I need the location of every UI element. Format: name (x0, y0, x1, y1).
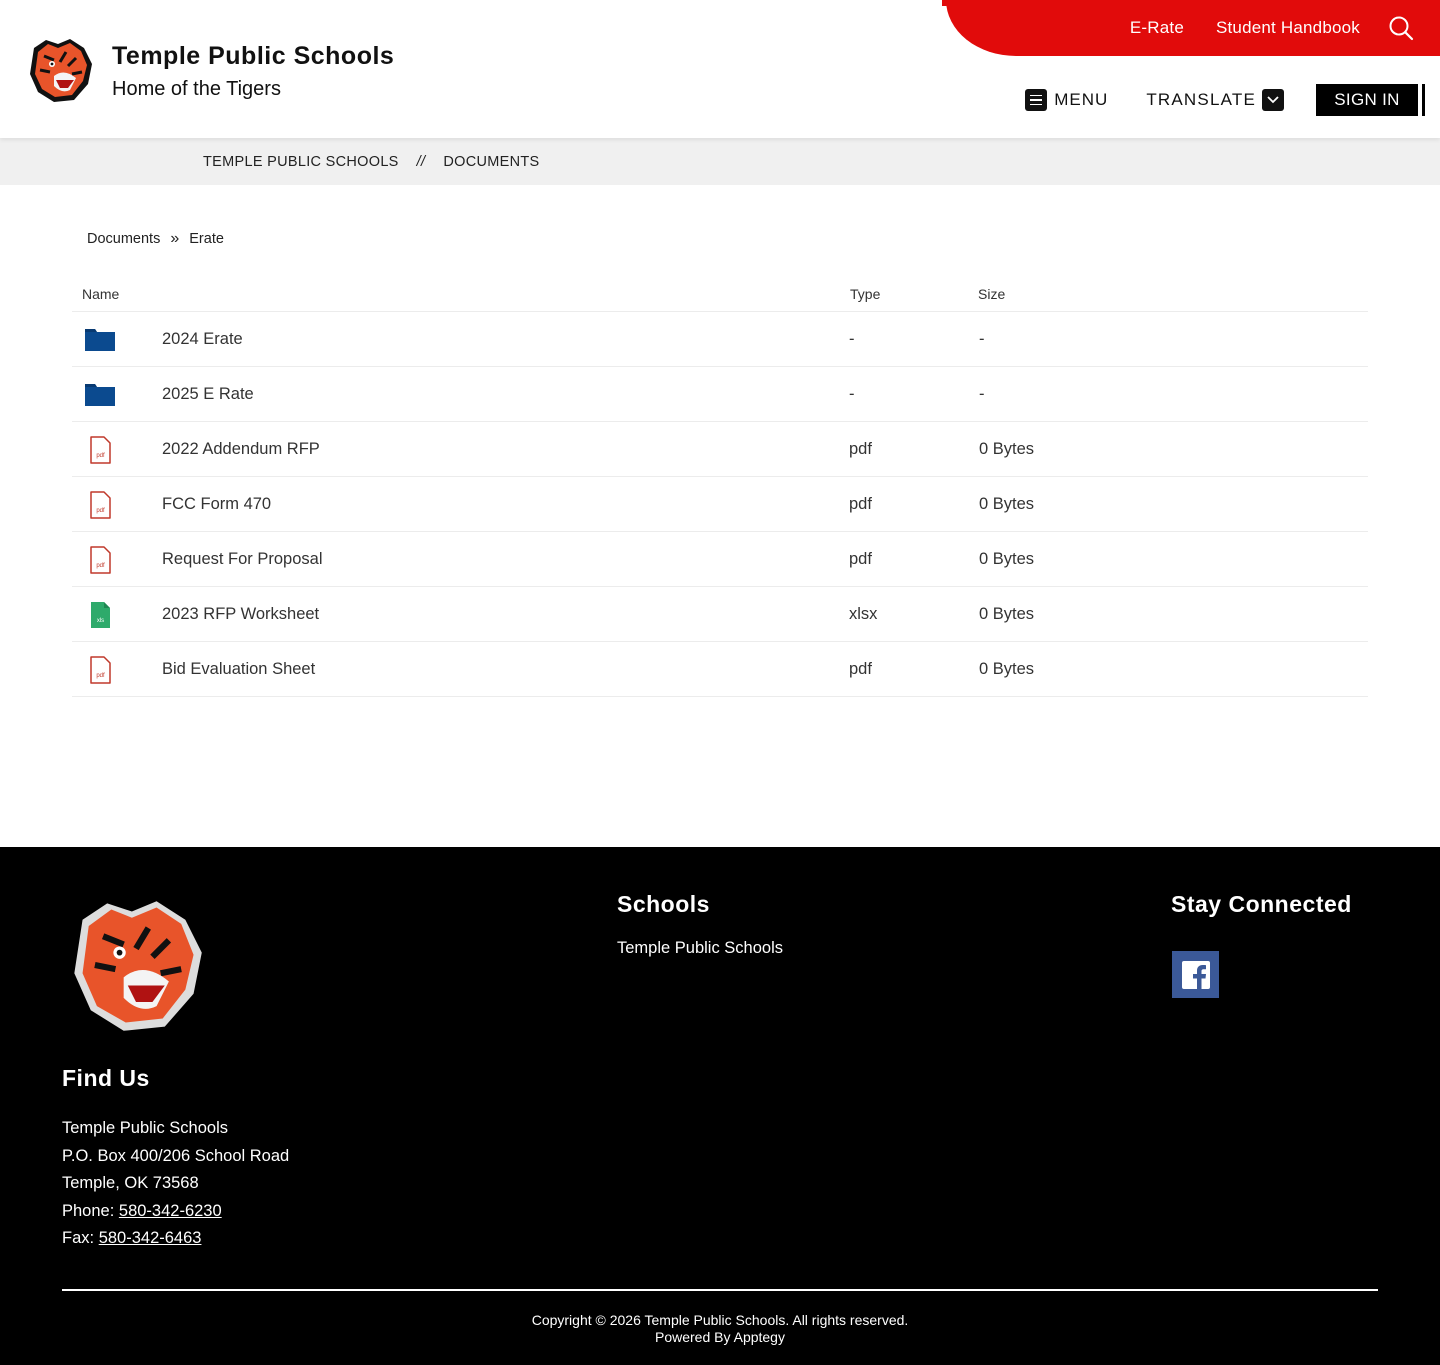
menu-button[interactable]: MENU (1025, 89, 1108, 111)
doc-path-current: Erate (189, 231, 224, 247)
breadcrumb-separator: // (416, 153, 426, 170)
double-chevron-right-icon: » (170, 230, 180, 247)
phone-link[interactable]: 580-342-6230 (119, 1202, 222, 1220)
doc-path-root[interactable]: Documents (87, 231, 160, 247)
powered-by[interactable]: Powered By Apptegy (0, 1329, 1440, 1346)
table-row[interactable]: pdf FCC Form 470 pdf 0 Bytes (72, 477, 1368, 532)
file-size: - (979, 385, 985, 403)
facebook-icon[interactable] (1172, 951, 1219, 998)
translate-button[interactable]: TRANSLATE (1146, 89, 1284, 111)
table-row[interactable]: xls 2023 RFP Worksheet xlsx 0 Bytes (72, 587, 1368, 642)
file-type: xlsx (849, 605, 878, 623)
file-type: pdf (849, 495, 872, 513)
tiger-logo[interactable] (24, 34, 96, 106)
sign-in-button[interactable]: SIGN IN (1316, 84, 1422, 116)
file-size: 0 Bytes (979, 495, 1035, 513)
svg-text:pdf: pdf (96, 508, 105, 514)
breadcrumb-current: DOCUMENTS (443, 153, 540, 170)
top-links: E-Rate Student Handbook (1098, 0, 1440, 56)
pdf-icon[interactable]: pdf (84, 656, 116, 689)
file-size: 0 Bytes (979, 660, 1035, 678)
address-line1: P.O. Box 400/206 School Road (62, 1146, 290, 1165)
svg-text:pdf: pdf (96, 453, 105, 459)
table-row[interactable]: pdf Request For Proposal pdf 0 Bytes (72, 532, 1368, 587)
copyright-text: Copyright © 2026 Temple Public Schools. … (531, 1312, 909, 1328)
table-header: Name Type Size (72, 278, 1368, 312)
svg-text:pdf: pdf (96, 563, 105, 569)
fax-row: Fax: 580-342-6463 (62, 1225, 289, 1253)
fax-label: Fax: (62, 1229, 95, 1247)
phone-row: Phone: 580-342-6230 (62, 1198, 289, 1226)
file-type: - (849, 385, 855, 403)
menu-label: MENU (1054, 90, 1109, 109)
address-name: Temple Public Schools (62, 1119, 228, 1137)
file-name[interactable]: FCC Form 470 (162, 495, 271, 514)
file-name[interactable]: 2024 Erate (162, 330, 243, 349)
file-type: pdf (849, 660, 872, 678)
footer-divider (62, 1289, 1378, 1291)
table-row[interactable]: 2024 Erate - - (72, 312, 1368, 367)
file-name[interactable]: Bid Evaluation Sheet (162, 660, 315, 679)
file-type: pdf (849, 550, 872, 568)
pdf-icon[interactable]: pdf (84, 491, 116, 524)
nav-controls: MENU TRANSLATE SIGN IN (1025, 84, 1422, 116)
file-name[interactable]: 2023 RFP Worksheet (162, 605, 319, 624)
folder-icon[interactable] (84, 381, 116, 412)
document-path: Documents » Erate (87, 230, 224, 248)
address-line2: Temple, OK 73568 (62, 1174, 199, 1192)
translate-label: TRANSLATE (1146, 90, 1256, 109)
svg-text:pdf: pdf (96, 673, 105, 679)
stay-connected-heading: Stay Connected (1171, 891, 1352, 917)
file-type: - (849, 330, 855, 348)
table-body: 2024 Erate - - 2025 E Rate - - pdf 2022 Addendu… (72, 312, 1368, 697)
hamburger-icon (1025, 89, 1048, 111)
school-name[interactable]: Temple Public Schools (112, 42, 394, 71)
find-us-heading: Find Us (62, 1065, 150, 1091)
table-row[interactable]: pdf 2022 Addendum RFP pdf 0 Bytes (72, 422, 1368, 477)
site-header: E-Rate Student Handbook Temple Public Sc… (0, 0, 1440, 138)
file-size: 0 Bytes (979, 440, 1035, 458)
tiger-logo (74, 901, 202, 1031)
schools-heading: Schools (617, 891, 710, 917)
column-header-size[interactable]: Size (978, 286, 1005, 302)
column-header-name[interactable]: Name (82, 286, 119, 302)
pdf-icon[interactable]: pdf (84, 546, 116, 579)
file-name[interactable]: 2025 E Rate (162, 385, 254, 404)
xls-icon[interactable]: xls (84, 601, 116, 634)
file-type: pdf (849, 440, 872, 458)
pdf-icon[interactable]: pdf (84, 436, 116, 469)
breadcrumb-home[interactable]: TEMPLE PUBLIC SCHOOLS (203, 154, 399, 170)
file-name[interactable]: 2022 Addendum RFP (162, 440, 320, 459)
phone-label: Phone: (62, 1201, 115, 1220)
search-icon[interactable] (1388, 15, 1414, 41)
chevron-down-icon (1262, 89, 1284, 111)
address-block: Temple Public Schools P.O. Box 400/206 S… (62, 1115, 289, 1253)
file-table: Name Type Size 2024 Erate - - 2025 E Rate - -… (72, 278, 1368, 697)
svg-text:xls: xls (97, 618, 104, 624)
school-tagline: Home of the Tigers (112, 78, 281, 100)
schools-link-temple[interactable]: Temple Public Schools (617, 939, 783, 958)
top-link-e-rate[interactable]: E-Rate (1130, 18, 1184, 38)
breadcrumb: TEMPLE PUBLIC SCHOOLS // DOCUMENTS (0, 138, 1440, 185)
file-size: 0 Bytes (979, 605, 1035, 623)
file-size: - (979, 330, 985, 348)
top-link-student-handbook[interactable]: Student Handbook (1216, 18, 1360, 38)
folder-icon[interactable] (84, 326, 116, 357)
file-name[interactable]: Request For Proposal (162, 550, 323, 569)
table-row[interactable]: 2025 E Rate - - (72, 367, 1368, 422)
copyright: Copyright © 2026 Temple Public Schools. … (0, 1312, 1440, 1346)
table-row[interactable]: pdf Bid Evaluation Sheet pdf 0 Bytes (72, 642, 1368, 697)
file-size: 0 Bytes (979, 550, 1035, 568)
column-header-type[interactable]: Type (850, 286, 880, 302)
site-footer: Find Us Temple Public Schools P.O. Box 4… (0, 847, 1440, 1365)
fax-link[interactable]: 580-342-6463 (99, 1229, 202, 1247)
